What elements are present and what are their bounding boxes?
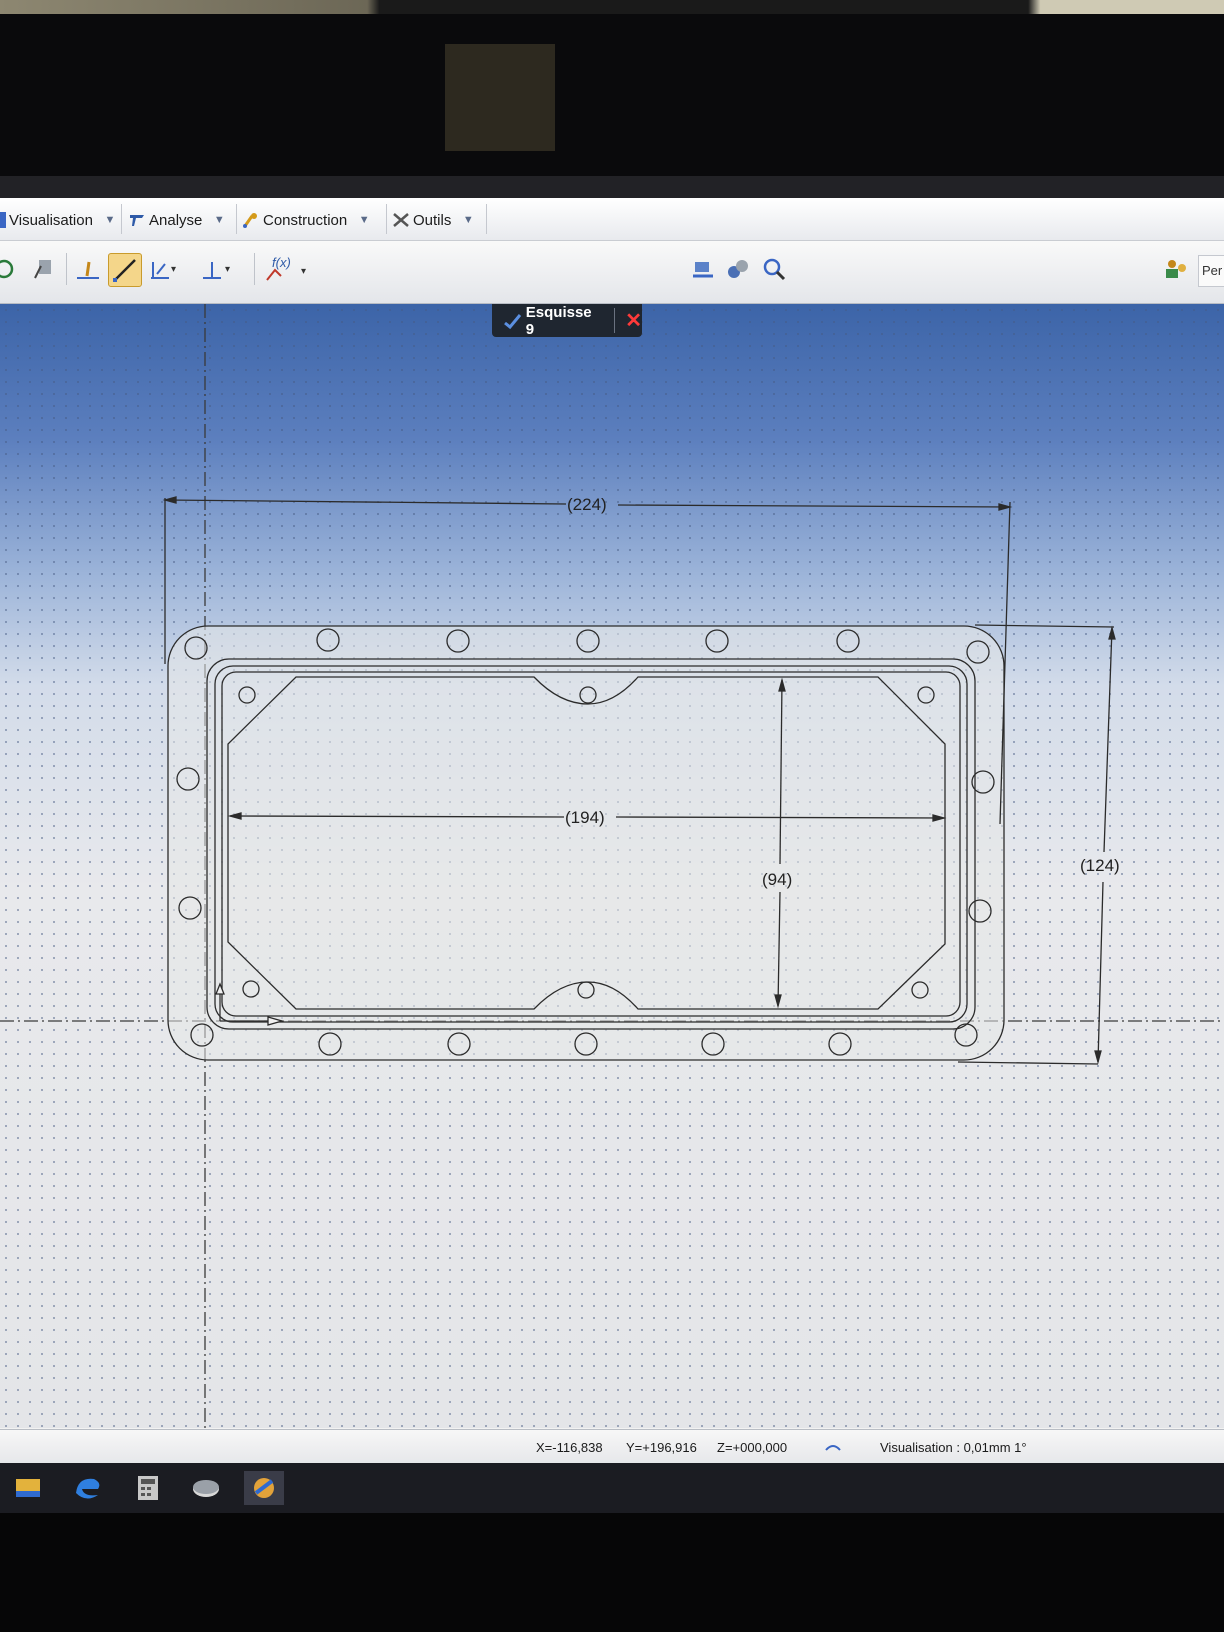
status-view-precision: Visualisation : 0,01mm 1° [880, 1440, 1027, 1455]
sketch-title: Esquisse 9 [525, 304, 592, 338]
background-strip [0, 0, 1224, 14]
menu-separator [386, 204, 387, 234]
view-normal-icon [693, 262, 713, 278]
sketch-toolbar: ▾ ▾ ▾ f(x) Per [0, 241, 1224, 304]
edge-browser-icon[interactable] [68, 1471, 108, 1505]
cad-app-icon[interactable] [244, 1471, 284, 1505]
chevron-down-icon[interactable]: ▼ [357, 213, 371, 227]
menu-separator [121, 204, 122, 234]
status-x-coordinate: X=-116,838 [536, 1440, 603, 1455]
profile-icon [77, 261, 99, 279]
menu-separator [236, 204, 237, 234]
svg-text:▾: ▾ [225, 264, 230, 275]
menu-visualisation-label: Visualisation [9, 211, 93, 229]
sketch-tab[interactable]: Esquisse 9 ✕ [492, 304, 642, 338]
toolbar-separator [254, 253, 255, 285]
status-bar: X=-116,838 Y=+196,916 Z=+000,000 Visuali… [0, 1429, 1224, 1464]
view-3d-icon [728, 260, 748, 278]
rotate-icon [0, 259, 14, 279]
sketch-drawing[interactable]: (224) (194) (94) (124) [0, 304, 1224, 1428]
monitor-bezel-bottom [0, 1513, 1224, 1632]
flange-outline[interactable] [167, 625, 1005, 1061]
menu-analyse-label: Analyse [149, 211, 203, 229]
dimension-inner-height-label[interactable]: (94) [762, 870, 792, 889]
rotate-indicator-icon [824, 1440, 842, 1455]
outils-icon [392, 212, 410, 228]
monitor-bezel-top [0, 0, 1224, 198]
status-y-coordinate: Y=+196,916 [626, 1440, 697, 1455]
dimension-inner-width-label[interactable]: (194) [565, 808, 605, 827]
line-tool-button[interactable] [108, 253, 142, 287]
svg-text:▾: ▾ [301, 266, 306, 277]
analyse-icon [128, 212, 146, 228]
chevron-down-icon[interactable]: ▼ [103, 213, 117, 227]
line-icon [113, 259, 136, 282]
chevron-down-icon[interactable]: ▼ [461, 213, 475, 227]
checkmark-icon[interactable] [502, 311, 522, 331]
users-icon [1166, 260, 1186, 278]
menu-bar: Visualisation ▼ Analyse ▼ Construction ▼… [0, 198, 1224, 241]
disk-app-icon[interactable] [186, 1471, 226, 1505]
file-explorer-icon[interactable] [8, 1471, 48, 1505]
perso-panel-button[interactable]: Per [1198, 255, 1224, 287]
status-z-coordinate: Z=+000,000 [717, 1440, 788, 1455]
menu-visualisation[interactable]: Visualisation ▼ [0, 208, 117, 232]
windows-taskbar [0, 1463, 1224, 1513]
menu-outils-label: Outils [413, 211, 452, 229]
cad-application-window: Visualisation ▼ Analyse ▼ Construction ▼… [0, 198, 1224, 1464]
calculator-icon[interactable] [128, 1471, 168, 1505]
bezel-edge [0, 176, 1224, 198]
menu-analyse[interactable]: Analyse ▼ [128, 208, 226, 232]
view-3d-button[interactable] [722, 253, 754, 285]
sketch-viewport[interactable]: (224) (194) (94) (124) Esquisse 9 ✕ [0, 304, 1224, 1428]
formula-tool-button[interactable]: ▾ f(x) [262, 253, 310, 285]
formula-label: f(x) [272, 255, 291, 270]
pencil-icon [34, 260, 51, 279]
sketch-exit-button[interactable] [28, 253, 60, 285]
dimension-overall-height-label[interactable]: (124) [1080, 856, 1120, 875]
axis-tool-button[interactable]: ▾ [196, 253, 230, 285]
visualisation-icon [0, 212, 6, 228]
axis-icon: ▾ [203, 262, 230, 279]
tab-separator [614, 308, 616, 333]
magnifier-icon [763, 258, 786, 281]
dimension-overall-width-label[interactable]: (224) [567, 495, 607, 514]
construction-icon [242, 212, 260, 228]
user-profile-button[interactable] [1160, 253, 1192, 285]
undo-tool-button[interactable] [0, 253, 20, 285]
chevron-down-icon[interactable]: ▼ [212, 213, 226, 227]
constraint-icon: ▾ [151, 262, 176, 279]
toolbar-separator [66, 253, 67, 285]
webcam [445, 44, 555, 151]
zoom-fit-button[interactable] [758, 253, 790, 285]
menu-separator [486, 204, 487, 234]
view-normal-button[interactable] [688, 253, 720, 285]
svg-text:▾: ▾ [171, 264, 176, 275]
constraint-tool-button[interactable]: ▾ [146, 253, 178, 285]
profile-tool-button[interactable] [72, 253, 104, 285]
menu-outils[interactable]: Outils ▼ [392, 208, 475, 232]
menu-construction-label: Construction [263, 211, 348, 229]
menu-construction[interactable]: Construction ▼ [242, 208, 371, 232]
close-icon[interactable]: ✕ [625, 311, 642, 331]
